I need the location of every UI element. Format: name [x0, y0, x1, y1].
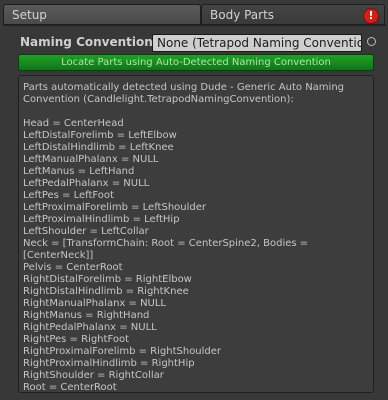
naming-convention-field[interactable]: None (Tetrapod Naming Convention): [152, 34, 362, 52]
detection-info-box: Parts automatically detected using Dude …: [18, 75, 374, 393]
tab-divider: [3, 25, 386, 26]
setup-panel: Naming Convention None (Tetrapod Naming …: [10, 28, 385, 398]
tab-bar: Setup Body Parts !: [3, 4, 386, 25]
locate-parts-button[interactable]: Locate Parts using Auto-Detected Naming …: [18, 54, 374, 71]
tab-setup[interactable]: Setup: [3, 4, 201, 25]
warning-icon: !: [363, 8, 379, 24]
naming-convention-row: Naming Convention None (Tetrapod Naming …: [10, 34, 385, 52]
tab-body-parts[interactable]: Body Parts !: [201, 4, 385, 25]
tab-body-parts-label: Body Parts: [210, 8, 275, 22]
radio-toggle-icon[interactable]: [367, 37, 376, 46]
naming-convention-label: Naming Convention: [20, 35, 153, 49]
